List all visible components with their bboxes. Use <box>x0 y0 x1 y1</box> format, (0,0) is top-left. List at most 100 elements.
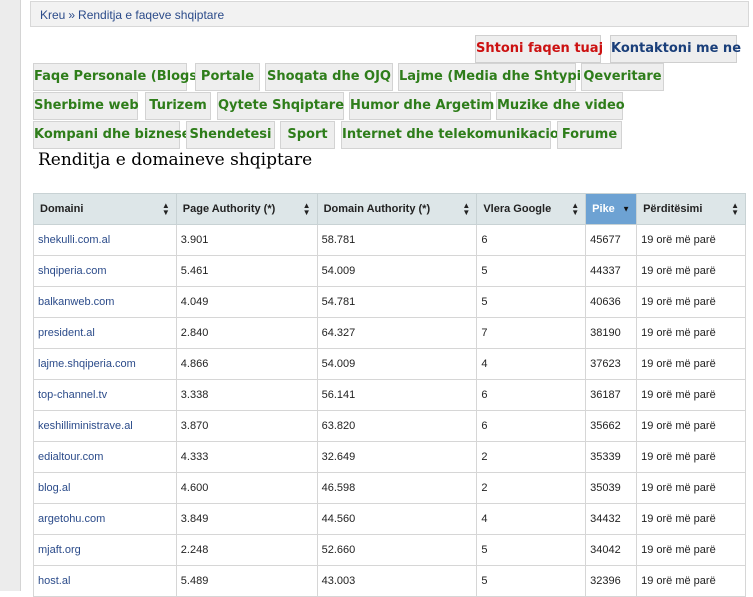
domain-link[interactable]: argetohu.com <box>38 513 105 525</box>
category-shendetesi[interactable]: Shendetesi <box>186 121 275 149</box>
sort-descending-icon: ▼ <box>622 204 631 214</box>
domain-authority-cell: 46.598 <box>316 472 478 504</box>
google-value-cell: 6 <box>476 379 587 411</box>
domain-cell: blog.al <box>33 472 177 504</box>
page-authority-cell: 2.248 <box>175 534 318 566</box>
table-row: lajme.shqiperia.com 4.866 54.009 4 37623 19 o… <box>33 348 746 380</box>
breadcrumb-separator: » <box>68 8 76 22</box>
domain-authority-cell: 54.009 <box>316 255 478 287</box>
page-authority-cell: 3.849 <box>175 503 318 535</box>
sort-arrows-icon: ▲ ▼ <box>571 201 580 217</box>
category-turizem[interactable]: Turizem <box>145 92 211 120</box>
domain-authority-cell: 54.781 <box>316 286 478 318</box>
column-header-domain[interactable]: Domaini ▲ ▼ <box>33 193 177 225</box>
domain-cell: lajme.shqiperia.com <box>33 348 177 380</box>
category-qytete[interactable]: Qytete Shqiptare <box>217 92 344 120</box>
domain-authority-cell: 54.009 <box>316 348 478 380</box>
domain-link[interactable]: president.al <box>38 327 95 339</box>
page-authority-cell: 5.489 <box>175 565 318 597</box>
updated-cell: 19 orë më parë <box>636 472 746 504</box>
google-value-cell: 5 <box>476 286 587 318</box>
category-kompani[interactable]: Kompani dhe biznese <box>33 121 191 149</box>
domain-cell: top-channel.tv <box>33 379 177 411</box>
domain-cell: mjaft.org <box>33 534 177 566</box>
domain-cell: keshilliministrave.al <box>33 410 177 442</box>
domain-link[interactable]: keshilliministrave.al <box>38 420 133 432</box>
points-cell: 34432 <box>585 503 638 535</box>
column-header-points[interactable]: Pike ▼ <box>585 193 638 225</box>
updated-cell: 19 orë më parë <box>636 441 746 473</box>
category-shoqata[interactable]: Shoqata dhe OJQ <box>265 63 393 91</box>
category-sherbime-web[interactable]: Sherbime web <box>33 92 139 120</box>
domain-link[interactable]: shekulli.com.al <box>38 234 110 246</box>
page-authority-cell: 3.901 <box>175 224 318 256</box>
points-cell: 36187 <box>585 379 638 411</box>
ranking-table: Domaini ▲ ▼ Page Authority (*) ▲ ▼ Domain Au… <box>33 193 746 597</box>
google-value-cell: 6 <box>476 224 587 256</box>
points-cell: 38190 <box>585 317 638 349</box>
domain-cell: shqiperia.com <box>33 255 177 287</box>
column-header-page-authority[interactable]: Page Authority (*) ▲ ▼ <box>175 193 318 225</box>
google-value-cell: 4 <box>476 503 587 535</box>
updated-cell: 19 orë më parë <box>636 379 746 411</box>
table-row: top-channel.tv 3.338 56.141 6 36187 19 orë më… <box>33 379 746 411</box>
domain-link[interactable]: edialtour.com <box>38 451 103 463</box>
sort-arrows-icon: ▲ ▼ <box>302 201 311 217</box>
google-value-cell: 4 <box>476 348 587 380</box>
updated-cell: 19 orë më parë <box>636 348 746 380</box>
category-muzike[interactable]: Muzike dhe video <box>496 92 625 120</box>
domain-authority-cell: 52.660 <box>316 534 478 566</box>
breadcrumb-current: Renditja e faqeve shqiptare <box>78 8 225 22</box>
sort-arrows-icon: ▲ ▼ <box>161 201 170 217</box>
page-authority-cell: 3.870 <box>175 410 318 442</box>
domain-link[interactable]: lajme.shqiperia.com <box>38 358 136 370</box>
table-row: edialtour.com 4.333 32.649 2 35339 19 orë më … <box>33 441 746 473</box>
points-cell: 37623 <box>585 348 638 380</box>
domain-cell: shekulli.com.al <box>33 224 177 256</box>
updated-cell: 19 orë më parë <box>636 255 746 287</box>
column-header-domain-authority[interactable]: Domain Authority (*) ▲ ▼ <box>316 193 478 225</box>
domain-authority-cell: 56.141 <box>316 379 478 411</box>
domain-authority-cell: 63.820 <box>316 410 478 442</box>
domain-link[interactable]: mjaft.org <box>38 544 81 556</box>
category-blogs[interactable]: Faqe Personale (Blogs) <box>33 63 203 91</box>
domain-link[interactable]: shqiperia.com <box>38 265 106 277</box>
category-sport[interactable]: Sport <box>280 121 335 149</box>
domain-link[interactable]: host.al <box>38 575 70 587</box>
add-page-button[interactable]: Shtoni faqen tuaj <box>475 35 603 63</box>
domain-authority-cell: 64.327 <box>316 317 478 349</box>
category-lajme[interactable]: Lajme (Media dhe Shtypi) <box>398 63 587 91</box>
domain-link[interactable]: top-channel.tv <box>38 389 107 401</box>
points-cell: 35339 <box>585 441 638 473</box>
domain-authority-cell: 43.003 <box>316 565 478 597</box>
table-row: keshilliministrave.al 3.870 63.820 6 35662 19… <box>33 410 746 442</box>
points-cell: 34042 <box>585 534 638 566</box>
page-authority-cell: 4.600 <box>175 472 318 504</box>
category-qeveritare[interactable]: Qeveritare <box>581 63 664 91</box>
domain-link[interactable]: blog.al <box>38 482 70 494</box>
category-internet[interactable]: Internet dhe telekomunikacion <box>341 121 568 149</box>
google-value-cell: 5 <box>476 534 587 566</box>
updated-cell: 19 orë më parë <box>636 534 746 566</box>
updated-cell: 19 orë më parë <box>636 317 746 349</box>
table-row: shekulli.com.al 3.901 58.781 6 45677 19 orë m… <box>33 224 746 256</box>
contact-button[interactable]: Kontaktoni me ne <box>610 35 741 63</box>
google-value-cell: 2 <box>476 441 587 473</box>
domain-link[interactable]: balkanweb.com <box>38 296 114 308</box>
domain-cell: host.al <box>33 565 177 597</box>
breadcrumb-home-link[interactable]: Kreu <box>40 8 65 22</box>
page-authority-cell: 2.840 <box>175 317 318 349</box>
category-forume[interactable]: Forume <box>557 121 622 149</box>
updated-cell: 19 orë më parë <box>636 410 746 442</box>
updated-cell: 19 orë më parë <box>636 224 746 256</box>
updated-cell: 19 orë më parë <box>636 503 746 535</box>
category-portale[interactable]: Portale <box>195 63 260 91</box>
column-header-updated[interactable]: Përditësimi ▲ ▼ <box>636 193 746 225</box>
table-row: balkanweb.com 4.049 54.781 5 40636 19 orë më … <box>33 286 746 318</box>
breadcrumb: Kreu» Renditja e faqeve shqiptare <box>30 1 749 27</box>
column-header-google-value[interactable]: Vlera Google ▲ ▼ <box>476 193 587 225</box>
domain-cell: balkanweb.com <box>33 286 177 318</box>
points-cell: 44337 <box>585 255 638 287</box>
category-humor[interactable]: Humor dhe Argetim <box>349 92 494 120</box>
domain-cell: president.al <box>33 317 177 349</box>
